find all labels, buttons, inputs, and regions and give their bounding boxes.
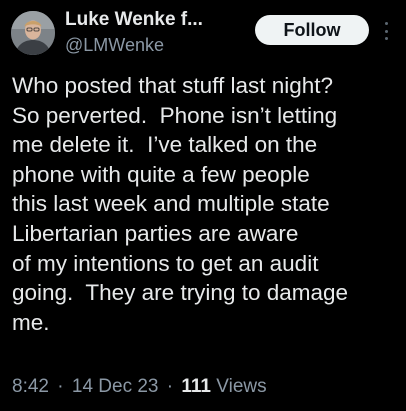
meta-separator: · bbox=[57, 376, 64, 397]
more-dot bbox=[384, 29, 388, 33]
tweet-text-line: Who posted that stuff last night? bbox=[12, 73, 334, 98]
author-display-name[interactable]: Luke Wenke f... bbox=[65, 8, 203, 32]
tweet-time[interactable]: 8:42 bbox=[12, 376, 49, 397]
tweet-card: Luke Wenke f... @LMWenke Follow Who post… bbox=[0, 0, 406, 411]
tweet-text-line: me delete it. I’ve talked on the bbox=[12, 132, 318, 158]
tweet-text-line: me. bbox=[12, 309, 50, 335]
avatar[interactable] bbox=[11, 11, 55, 55]
author-handle[interactable]: @LMWenke bbox=[65, 34, 164, 56]
tweet-text-line: this last week and multiple state bbox=[12, 191, 330, 217]
more-dot bbox=[384, 37, 388, 40]
tweet-meta: 8:42 · 14 Dec 23 · 111 Views bbox=[12, 375, 267, 399]
more-dot bbox=[384, 22, 388, 25]
views-count: 111 bbox=[181, 376, 211, 397]
tweet-text-line: phone with quite a few people bbox=[12, 161, 310, 187]
follow-button[interactable]: Follow bbox=[255, 15, 369, 45]
views-label: Views bbox=[216, 376, 267, 397]
tweet-text-line: Libertarian parties are aware bbox=[12, 220, 299, 246]
tweet-text-line: So perverted. Phone isn’t letting bbox=[12, 102, 338, 128]
meta-separator: · bbox=[166, 376, 174, 397]
more-vertical-icon[interactable] bbox=[381, 22, 391, 40]
tweet-date[interactable]: 14 Dec 23 bbox=[72, 376, 159, 397]
tweet-text-line: going. They are trying to damage bbox=[12, 280, 349, 306]
tweet-text: Who posted that stuff last night? So per… bbox=[12, 71, 404, 337]
tweet-text-line: of my intentions to get an audit bbox=[12, 250, 319, 276]
avatar-portrait-icon bbox=[11, 11, 55, 55]
